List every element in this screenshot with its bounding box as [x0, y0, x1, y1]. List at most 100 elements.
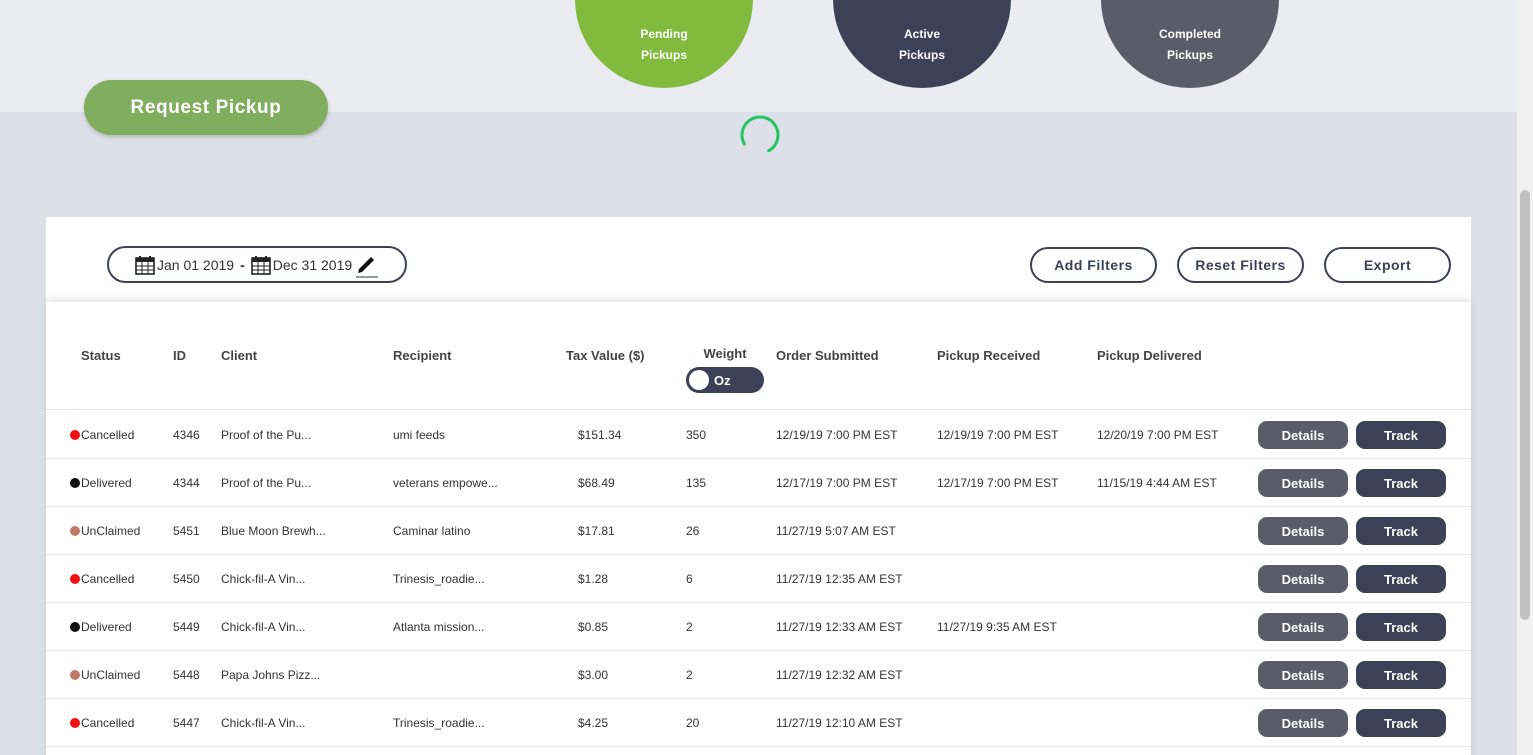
pickups-table: Status ID Client Recipient Tax Value ($)…: [46, 302, 1471, 755]
status-text: Delivered: [81, 476, 132, 490]
active-pickups-circle[interactable]: Active Pickups: [833, 0, 1011, 88]
status-cell: Delivered: [70, 620, 132, 634]
status-cell: Cancelled: [70, 572, 134, 586]
cell-recipient: Atlanta mission...: [393, 620, 485, 634]
header-pickup-delivered[interactable]: Pickup Delivered: [1097, 348, 1202, 363]
cell-client: Blue Moon Brewh...: [221, 524, 326, 538]
cell-recipient: Trinesis_roadie...: [393, 572, 485, 586]
details-button[interactable]: Details: [1258, 661, 1348, 689]
track-button[interactable]: Track: [1356, 421, 1446, 449]
table-row[interactable]: Cancelled 4346 Proof of the Pu... umi feeds…: [46, 411, 1471, 459]
table-row[interactable]: UnClaimed 5448 Papa Johns Pizz... $3.00 2 11/…: [46, 651, 1471, 699]
completed-pickups-circle[interactable]: Completed Pickups: [1101, 0, 1279, 88]
cell-submitted: 11/27/19 12:33 AM EST: [776, 620, 903, 634]
cell-submitted: 11/27/19 12:10 AM EST: [776, 716, 903, 730]
toggle-knob[interactable]: [689, 370, 709, 390]
page-scrollbar[interactable]: [1517, 0, 1533, 755]
track-button[interactable]: Track: [1356, 517, 1446, 545]
scrollbar-thumb[interactable]: [1520, 190, 1530, 620]
status-cell: Cancelled: [70, 716, 134, 730]
details-button[interactable]: Details: [1258, 469, 1348, 497]
status-text: UnClaimed: [81, 668, 141, 682]
table-row[interactable]: UnClaimed 5451 Blue Moon Brewh... Caminar l…: [46, 507, 1471, 555]
table-row[interactable]: Delivered 5449 Chick-fil-A Vin... Atlanta m…: [46, 603, 1471, 651]
pending-label-line2: Pickups: [640, 48, 688, 62]
active-pickups-label: Active Pickups: [833, 24, 1011, 66]
pickups-card: Jan 01 2019 - Dec 31 2019 Add Filters Re…: [46, 217, 1471, 755]
cell-delivered: 12/20/19 7:00 PM EST: [1097, 428, 1219, 442]
date-range-picker[interactable]: Jan 01 2019 - Dec 31 2019: [107, 246, 407, 283]
header-status[interactable]: Status: [81, 348, 121, 363]
start-date[interactable]: Jan 01 2019: [157, 257, 234, 273]
cell-weight: 20: [686, 716, 700, 730]
status-dot-icon: [70, 478, 80, 488]
calendar-icon[interactable]: [135, 255, 155, 275]
details-button[interactable]: Details: [1258, 421, 1348, 449]
header-weight: Weight Oz: [686, 346, 764, 393]
cell-recipient: Trinesis_roadie...: [393, 716, 485, 730]
details-button[interactable]: Details: [1258, 565, 1348, 593]
status-dot-icon: [70, 526, 80, 536]
reset-filters-button[interactable]: Reset Filters: [1177, 247, 1304, 283]
weight-label[interactable]: Weight: [686, 346, 764, 361]
cell-weight: 2: [686, 620, 693, 634]
header-order-submitted[interactable]: Order Submitted: [776, 348, 879, 363]
table-row[interactable]: Delivered 4344 Proof of the Pu... veterans …: [46, 459, 1471, 507]
cell-client: Proof of the Pu...: [221, 428, 312, 442]
status-dot-icon: [70, 622, 80, 632]
calendar-icon[interactable]: [250, 255, 271, 275]
header-recipient[interactable]: Recipient: [393, 348, 452, 363]
cell-tax: $1.28: [578, 572, 609, 586]
pending-pickups-circle[interactable]: Pending Pickups: [575, 0, 753, 88]
status-cell: UnClaimed: [70, 524, 140, 538]
status-dot-icon: [70, 430, 80, 440]
cell-recipient: veterans empowe...: [393, 476, 498, 490]
header-id[interactable]: ID: [173, 348, 186, 363]
weight-unit-label: Oz: [714, 372, 731, 388]
cell-client: Chick-fil-A Vin...: [221, 716, 306, 730]
status-cell: Delivered: [70, 476, 132, 490]
header-client[interactable]: Client: [221, 348, 257, 363]
details-button[interactable]: Details: [1258, 517, 1348, 545]
cell-weight: 350: [686, 428, 707, 442]
completed-label-line2: Pickups: [1166, 48, 1214, 62]
end-date[interactable]: Dec 31 2019: [273, 257, 352, 273]
cell-tax: $4.25: [578, 716, 609, 730]
completed-label-line1: Completed: [1158, 27, 1221, 41]
status-dot-icon: [70, 574, 80, 584]
track-button[interactable]: Track: [1356, 709, 1446, 737]
track-button[interactable]: Track: [1356, 565, 1446, 593]
cell-recipient: umi feeds: [393, 428, 446, 442]
header-tax-value[interactable]: Tax Value ($): [566, 348, 645, 363]
details-button[interactable]: Details: [1258, 613, 1348, 641]
status-dot-icon: [70, 670, 80, 680]
cell-tax: $3.00: [578, 668, 609, 682]
date-separator: -: [240, 256, 245, 273]
header-pickup-received[interactable]: Pickup Received: [937, 348, 1040, 363]
track-button[interactable]: Track: [1356, 469, 1446, 497]
add-filters-button[interactable]: Add Filters: [1030, 247, 1157, 283]
weight-unit-toggle[interactable]: Oz: [686, 367, 764, 393]
cell-tax: $68.49: [578, 476, 615, 490]
pencil-icon[interactable]: [355, 251, 379, 279]
status-text: Cancelled: [81, 716, 135, 730]
status-dot-icon: [70, 718, 80, 728]
track-button[interactable]: Track: [1356, 661, 1446, 689]
track-button[interactable]: Track: [1356, 613, 1446, 641]
status-text: Delivered: [81, 620, 132, 634]
status-cell: Cancelled: [70, 428, 134, 442]
active-label-line2: Pickups: [898, 48, 946, 62]
export-button[interactable]: Export: [1324, 247, 1451, 283]
table-row[interactable]: Cancelled 5450 Chick-fil-A Vin... Trinesis_…: [46, 555, 1471, 603]
completed-pickups-label: Completed Pickups: [1101, 24, 1279, 66]
cell-submitted: 11/27/19 5:07 AM EST: [776, 524, 896, 538]
pending-label-line1: Pending: [640, 27, 688, 41]
cell-weight: 26: [686, 524, 700, 538]
details-button[interactable]: Details: [1258, 709, 1348, 737]
cell-submitted: 11/27/19 12:32 AM EST: [776, 668, 903, 682]
active-label-line1: Active: [903, 27, 941, 41]
request-pickup-button[interactable]: Request Pickup: [84, 80, 328, 135]
status-cell: UnClaimed: [70, 668, 140, 682]
cell-id: 5451: [173, 524, 200, 538]
table-row[interactable]: Cancelled 5447 Chick-fil-A Vin... Trinesis_…: [46, 699, 1471, 747]
